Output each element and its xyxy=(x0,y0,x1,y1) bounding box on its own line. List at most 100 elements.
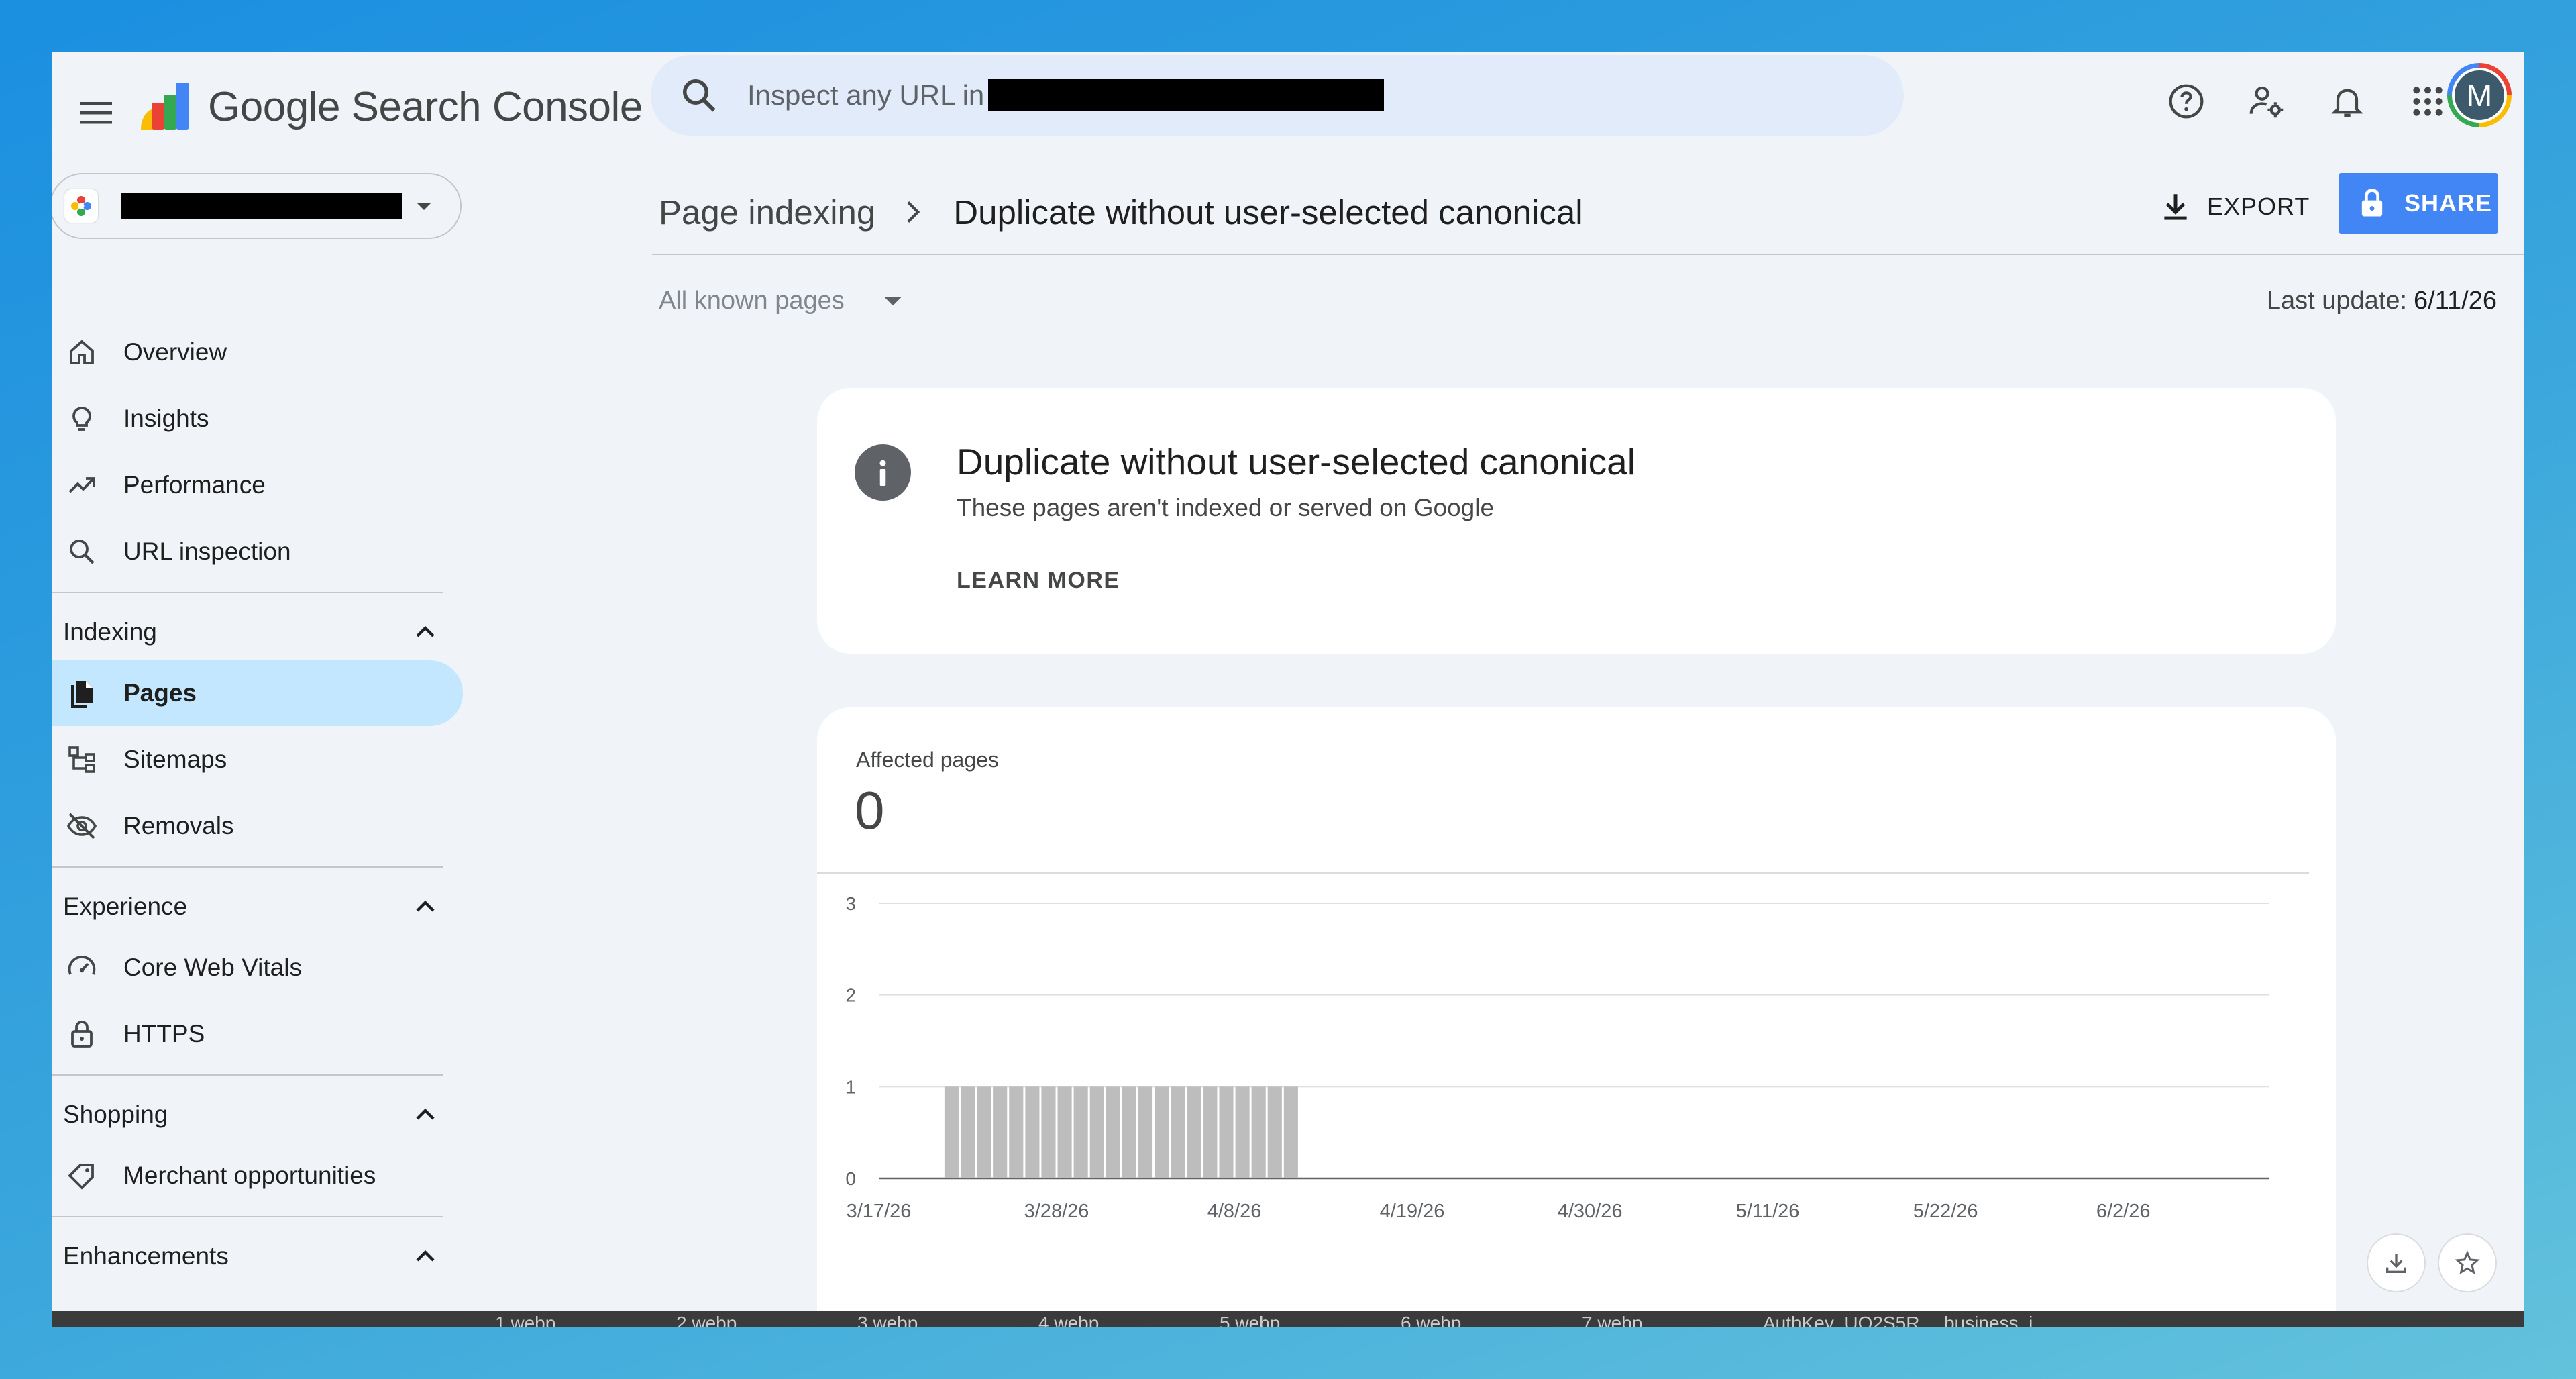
share-label: SHARE xyxy=(2404,189,2493,217)
issue-subtitle: These pages aren't indexed or served on … xyxy=(957,494,1495,521)
sidebar-item-merchant-opportunities[interactable]: Merchant opportunities xyxy=(52,1143,463,1209)
pages-icon xyxy=(63,674,101,712)
sidebar-item-removals[interactable]: Removals xyxy=(52,793,463,859)
redacted-property-name xyxy=(121,193,402,219)
chart-bar[interactable] xyxy=(1235,1086,1250,1178)
top-bar: Google Search Console Inspect any URL in xyxy=(52,52,2524,166)
download-chart-button[interactable] xyxy=(2367,1233,2426,1292)
chart-bar[interactable] xyxy=(1138,1086,1153,1178)
x-tick-label: 4/8/26 xyxy=(1208,1201,1262,1222)
chevron-right-icon xyxy=(907,201,920,223)
sidebar-divider xyxy=(52,1216,443,1217)
sidebar-item-sitemaps[interactable]: Sitemaps xyxy=(52,727,463,793)
app-title: Google Search Console xyxy=(208,83,643,130)
sidebar-item-label: Removals xyxy=(123,812,234,839)
tag-icon xyxy=(63,1157,101,1194)
background-file-label: 2.webp xyxy=(676,1313,737,1327)
section-header-shopping[interactable]: Shopping xyxy=(52,1088,448,1141)
sidebar-item-label: Core Web Vitals xyxy=(123,954,302,981)
last-update-label: Last update: xyxy=(2266,286,2408,315)
sidebar-item-core-web-vitals[interactable]: Core Web Vitals xyxy=(52,935,463,1001)
header-divider xyxy=(652,254,2524,255)
apps-grid-icon xyxy=(2413,87,2443,116)
property-selector[interactable] xyxy=(52,173,462,239)
chart-bar[interactable] xyxy=(1251,1086,1266,1178)
search-input[interactable]: Inspect any URL in xyxy=(747,79,984,111)
sidebar-item-https[interactable]: HTTPS xyxy=(52,1001,463,1067)
chart-bar[interactable] xyxy=(1009,1086,1024,1178)
sidebar-item-overview[interactable]: Overview xyxy=(52,319,463,385)
section-header-enhancements[interactable]: Enhancements xyxy=(52,1229,448,1283)
x-tick-label: 4/30/26 xyxy=(1558,1201,1623,1222)
chart-bar[interactable] xyxy=(1171,1086,1185,1178)
y-tick-label: 0 xyxy=(845,1168,856,1189)
section-header-indexing[interactable]: Indexing xyxy=(52,605,448,659)
sidebar-item-label: Pages xyxy=(123,679,197,707)
bell-icon xyxy=(2331,89,2363,117)
chart-bar[interactable] xyxy=(1267,1086,1282,1178)
help-button[interactable] xyxy=(2156,71,2216,132)
x-tick-label: 5/22/26 xyxy=(1913,1201,1978,1222)
chart-bar[interactable] xyxy=(1089,1086,1104,1178)
chart-bar[interactable] xyxy=(1057,1086,1072,1178)
section-header-experience[interactable]: Experience xyxy=(52,880,448,933)
x-tick-label: 3/17/26 xyxy=(847,1201,912,1222)
chart-bar[interactable] xyxy=(993,1086,1008,1178)
section-title: Experience xyxy=(63,892,188,920)
chart-bar[interactable] xyxy=(944,1086,959,1178)
background-file-label: 6.webp xyxy=(1401,1313,1462,1327)
download-icon xyxy=(2164,194,2187,220)
chart-bar[interactable] xyxy=(1122,1086,1136,1178)
manage-users-button[interactable] xyxy=(2237,71,2297,132)
chart-actions xyxy=(2367,1233,2509,1292)
issue-summary-card: Duplicate without user-selected canonica… xyxy=(817,388,2336,654)
affected-pages-count: 0 xyxy=(855,780,885,840)
notifications-button[interactable] xyxy=(2317,71,2377,132)
sidebar-item-insights[interactable]: Insights xyxy=(52,386,463,452)
section-title: Shopping xyxy=(63,1101,168,1128)
sidebar-item-performance[interactable]: Performance xyxy=(52,452,463,518)
chart-bar[interactable] xyxy=(1219,1086,1234,1178)
search-icon xyxy=(683,79,716,112)
chart-bar[interactable] xyxy=(1106,1086,1120,1178)
chart-bar[interactable] xyxy=(1187,1086,1201,1178)
help-icon xyxy=(2169,84,2204,119)
sidebar-item-label: Overview xyxy=(123,338,227,366)
search-icon xyxy=(63,533,101,570)
chart-bar[interactable] xyxy=(1025,1086,1040,1178)
sitemap-icon xyxy=(63,741,101,778)
chevron-up-icon xyxy=(409,616,441,648)
app-logo[interactable]: Google Search Console xyxy=(134,70,643,144)
background-file-label: 3.webp xyxy=(857,1313,918,1327)
lightbulb-icon xyxy=(63,400,101,438)
issue-title: Duplicate without user-selected canonica… xyxy=(957,441,1635,482)
chart-bar[interactable] xyxy=(1155,1086,1169,1178)
breadcrumb-parent-link[interactable]: Page indexing xyxy=(659,193,875,232)
sidebar-item-url-inspection[interactable]: URL inspection xyxy=(52,519,463,584)
last-update-date: 6/11/26 xyxy=(2414,286,2497,315)
chart-bar[interactable] xyxy=(1283,1086,1298,1178)
main-menu-button[interactable] xyxy=(66,83,126,143)
chart-bar[interactable] xyxy=(1073,1086,1088,1178)
chart-bar[interactable] xyxy=(977,1086,991,1178)
last-update: Last update: 6/11/26 xyxy=(2267,274,2497,327)
lock-icon xyxy=(63,1015,101,1053)
page-title: Duplicate without user-selected canonica… xyxy=(953,193,1583,232)
x-tick-label: 3/28/26 xyxy=(1024,1201,1089,1222)
learn-more-link[interactable]: LEARN MORE xyxy=(957,568,1120,594)
export-button[interactable]: EXPORT xyxy=(2159,173,2310,240)
x-tick-label: 6/2/26 xyxy=(2096,1201,2151,1222)
y-tick-label: 2 xyxy=(845,985,856,1006)
breadcrumb: Page indexing Duplicate without user-sel… xyxy=(659,178,1583,246)
sidebar-item-pages[interactable]: Pages xyxy=(52,660,463,726)
download-icon xyxy=(2386,1254,2406,1273)
share-button[interactable]: SHARE xyxy=(2339,173,2498,234)
card-divider xyxy=(817,872,2309,874)
chart-bar[interactable] xyxy=(1203,1086,1218,1178)
page-filter-dropdown[interactable]: All known pages xyxy=(659,274,908,327)
chart-bar[interactable] xyxy=(1041,1086,1056,1178)
account-avatar[interactable]: M xyxy=(2447,63,2512,127)
url-inspect-search[interactable]: Inspect any URL in xyxy=(651,55,1904,136)
annotate-chart-button[interactable] xyxy=(2438,1233,2497,1292)
chart-bar[interactable] xyxy=(960,1086,975,1178)
